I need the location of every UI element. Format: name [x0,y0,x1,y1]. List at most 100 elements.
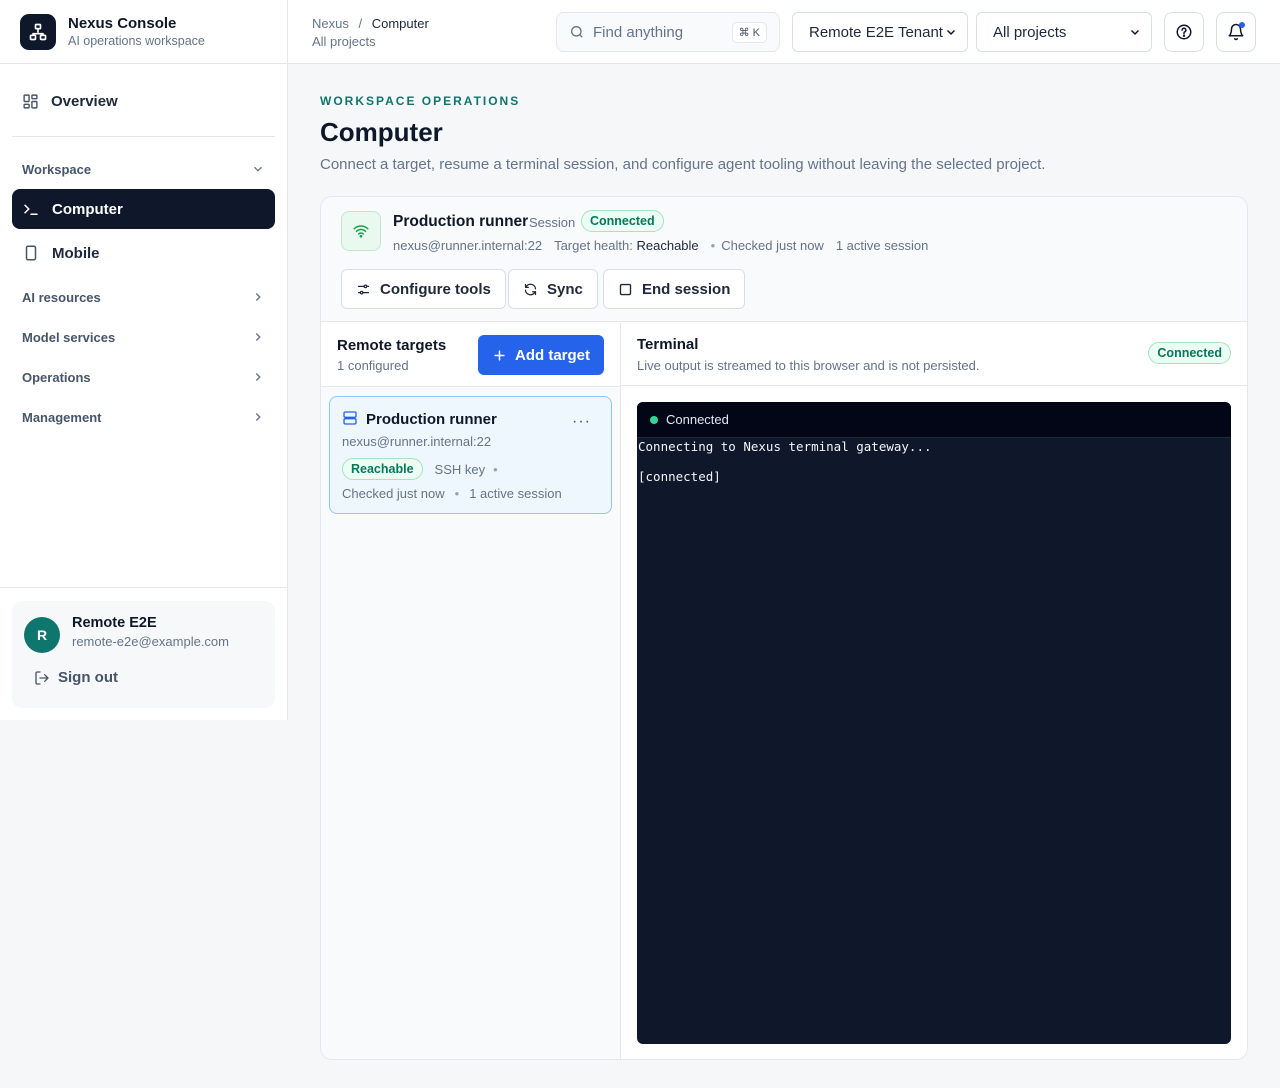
status-dot [650,415,658,424]
terminal-status-bar: Connected [637,402,1231,438]
search-shortcut: ⌘ K [731,22,767,43]
remote-targets-panel: Remote targets 1 configured Add target P… [321,323,621,1059]
breadcrumb: Nexus / Computer All projects [312,16,429,49]
terminal-bar-status: Connected [666,412,729,427]
session-health-value: Reachable [636,238,699,253]
session-health-label: Target health: [554,238,633,253]
terminal-status-badge: Connected [1148,342,1231,364]
session-label: Session [529,215,576,230]
sidebar-divider [12,136,275,137]
sidebar-group-workspace[interactable]: Workspace [12,153,275,185]
sidebar-group-label: AI resources [22,289,101,305]
sign-out-button[interactable]: Sign out [34,669,118,686]
sidebar-group-label: Operations [22,369,91,385]
sidebar-group-operations[interactable]: Operations [12,361,275,393]
tenant-select[interactable]: Remote E2E Tenant [792,12,968,52]
end-session-label: End session [642,280,731,298]
targets-title: Remote targets [337,337,447,354]
project-select[interactable]: All projects [976,12,1152,52]
target-auth: SSH key [434,461,486,477]
sidebar-item-label: Mobile [52,244,100,262]
target-checked: Checked just now [342,486,445,501]
session-meta: nexus@runner.internal:22 Target health: … [393,238,928,253]
avatar[interactable]: R [24,617,60,653]
target-meta-row: Checked just now • 1 active session [342,486,562,501]
user-card: R Remote E2E remote-e2e@example.com Sign… [12,601,275,708]
sidebar-group-ai-resources[interactable]: AI resources [12,281,275,313]
chevron-right-icon [251,370,265,384]
breadcrumb-project: All projects [312,34,376,49]
topbar: Nexus / Computer All projects ⌘ K Remote… [288,0,1280,64]
breadcrumb-separator: / [358,16,363,31]
meta-separator: • [493,461,498,477]
brand-title: Nexus Console [68,15,177,32]
session-header: Production runner Session Connected nexu… [321,197,1247,322]
sidebar-group-label: Management [22,409,102,425]
sidebar: Nexus Console AI operations workspace Ov… [0,0,288,720]
breadcrumb-root[interactable]: Nexus [312,16,349,31]
target-status-row: Reachable SSH key • [342,458,498,480]
project-select-value: All projects [993,23,1067,41]
meta-separator: • [710,238,716,253]
target-name: Production runner [366,411,497,428]
brand[interactable]: Nexus Console AI operations workspace [0,0,287,64]
more-horizontal-icon[interactable]: ··· [572,414,591,430]
chevron-down-icon [945,26,957,38]
session-active-count: 1 active session [835,238,929,253]
org-chart-icon [20,13,56,50]
chevron-down-icon [251,162,265,176]
sign-out-icon [34,670,50,686]
user-name: Remote E2E [72,615,157,631]
help-button[interactable] [1164,12,1204,52]
terminal-line: Connecting to Nexus terminal gateway... [638,439,932,454]
sliders-icon [356,282,371,297]
sidebar-item-computer[interactable]: Computer [12,189,275,229]
terminal-window[interactable]: Connected Connecting to Nexus terminal g… [637,402,1231,1044]
breadcrumb-current: Computer [371,16,429,31]
sidebar-footer: R Remote E2E remote-e2e@example.com Sign… [0,587,287,720]
tenant-select-value: Remote E2E Tenant [809,23,943,41]
sidebar-item-mobile[interactable]: Mobile [12,233,275,273]
add-target-button[interactable]: Add target [478,335,604,375]
add-target-label: Add target [515,346,590,364]
chevron-right-icon [251,330,265,344]
configure-tools-button[interactable]: Configure tools [341,269,506,309]
page-description: Connect a target, resume a terminal sess… [320,156,1046,173]
notifications-button[interactable] [1216,12,1256,52]
sidebar-group-management[interactable]: Management [12,401,275,433]
session-checked: Checked just now [721,238,824,253]
session-host: nexus@runner.internal:22 [393,238,543,253]
sync-button[interactable]: Sync [508,269,598,309]
meta-separator: • [454,486,460,501]
sign-out-label: Sign out [58,669,118,686]
session-status-badge: Connected [581,210,664,232]
targets-count: 1 configured [337,358,409,373]
terminal-subtitle: Live output is streamed to this browser … [637,358,980,373]
chevron-right-icon [251,410,265,424]
grid-icon [22,93,39,110]
search-box[interactable]: ⌘ K [556,12,780,52]
page-eyebrow: WORKSPACE OPERATIONS [320,94,521,108]
configure-tools-label: Configure tools [380,280,491,298]
sync-label: Sync [547,280,583,298]
terminal-panel: Terminal Live output is streamed to this… [621,323,1247,1059]
terminal-header: Terminal Live output is streamed to this… [621,323,1247,386]
refresh-icon [523,282,538,297]
server-icon [342,410,358,426]
chevron-right-icon [251,290,265,304]
end-session-button[interactable]: End session [603,269,746,309]
terminal-prompt-icon [22,200,40,218]
page-title: Computer [320,117,443,147]
search-input[interactable] [593,23,723,41]
brand-subtitle: AI operations workspace [68,34,205,48]
sidebar-group-label: Model services [22,329,116,345]
sidebar-item-overview[interactable]: Overview [12,81,275,121]
target-active: 1 active session [469,486,562,501]
target-card[interactable]: Production runner ··· nexus@runner.inter… [329,396,612,514]
sidebar-group-model-services[interactable]: Model services [12,321,275,353]
session-target-name: Production runner [393,213,529,230]
terminal-title: Terminal [637,336,699,353]
terminal-output[interactable]: Connecting to Nexus terminal gateway... … [637,438,1231,485]
targets-header: Remote targets 1 configured Add target [321,323,620,387]
